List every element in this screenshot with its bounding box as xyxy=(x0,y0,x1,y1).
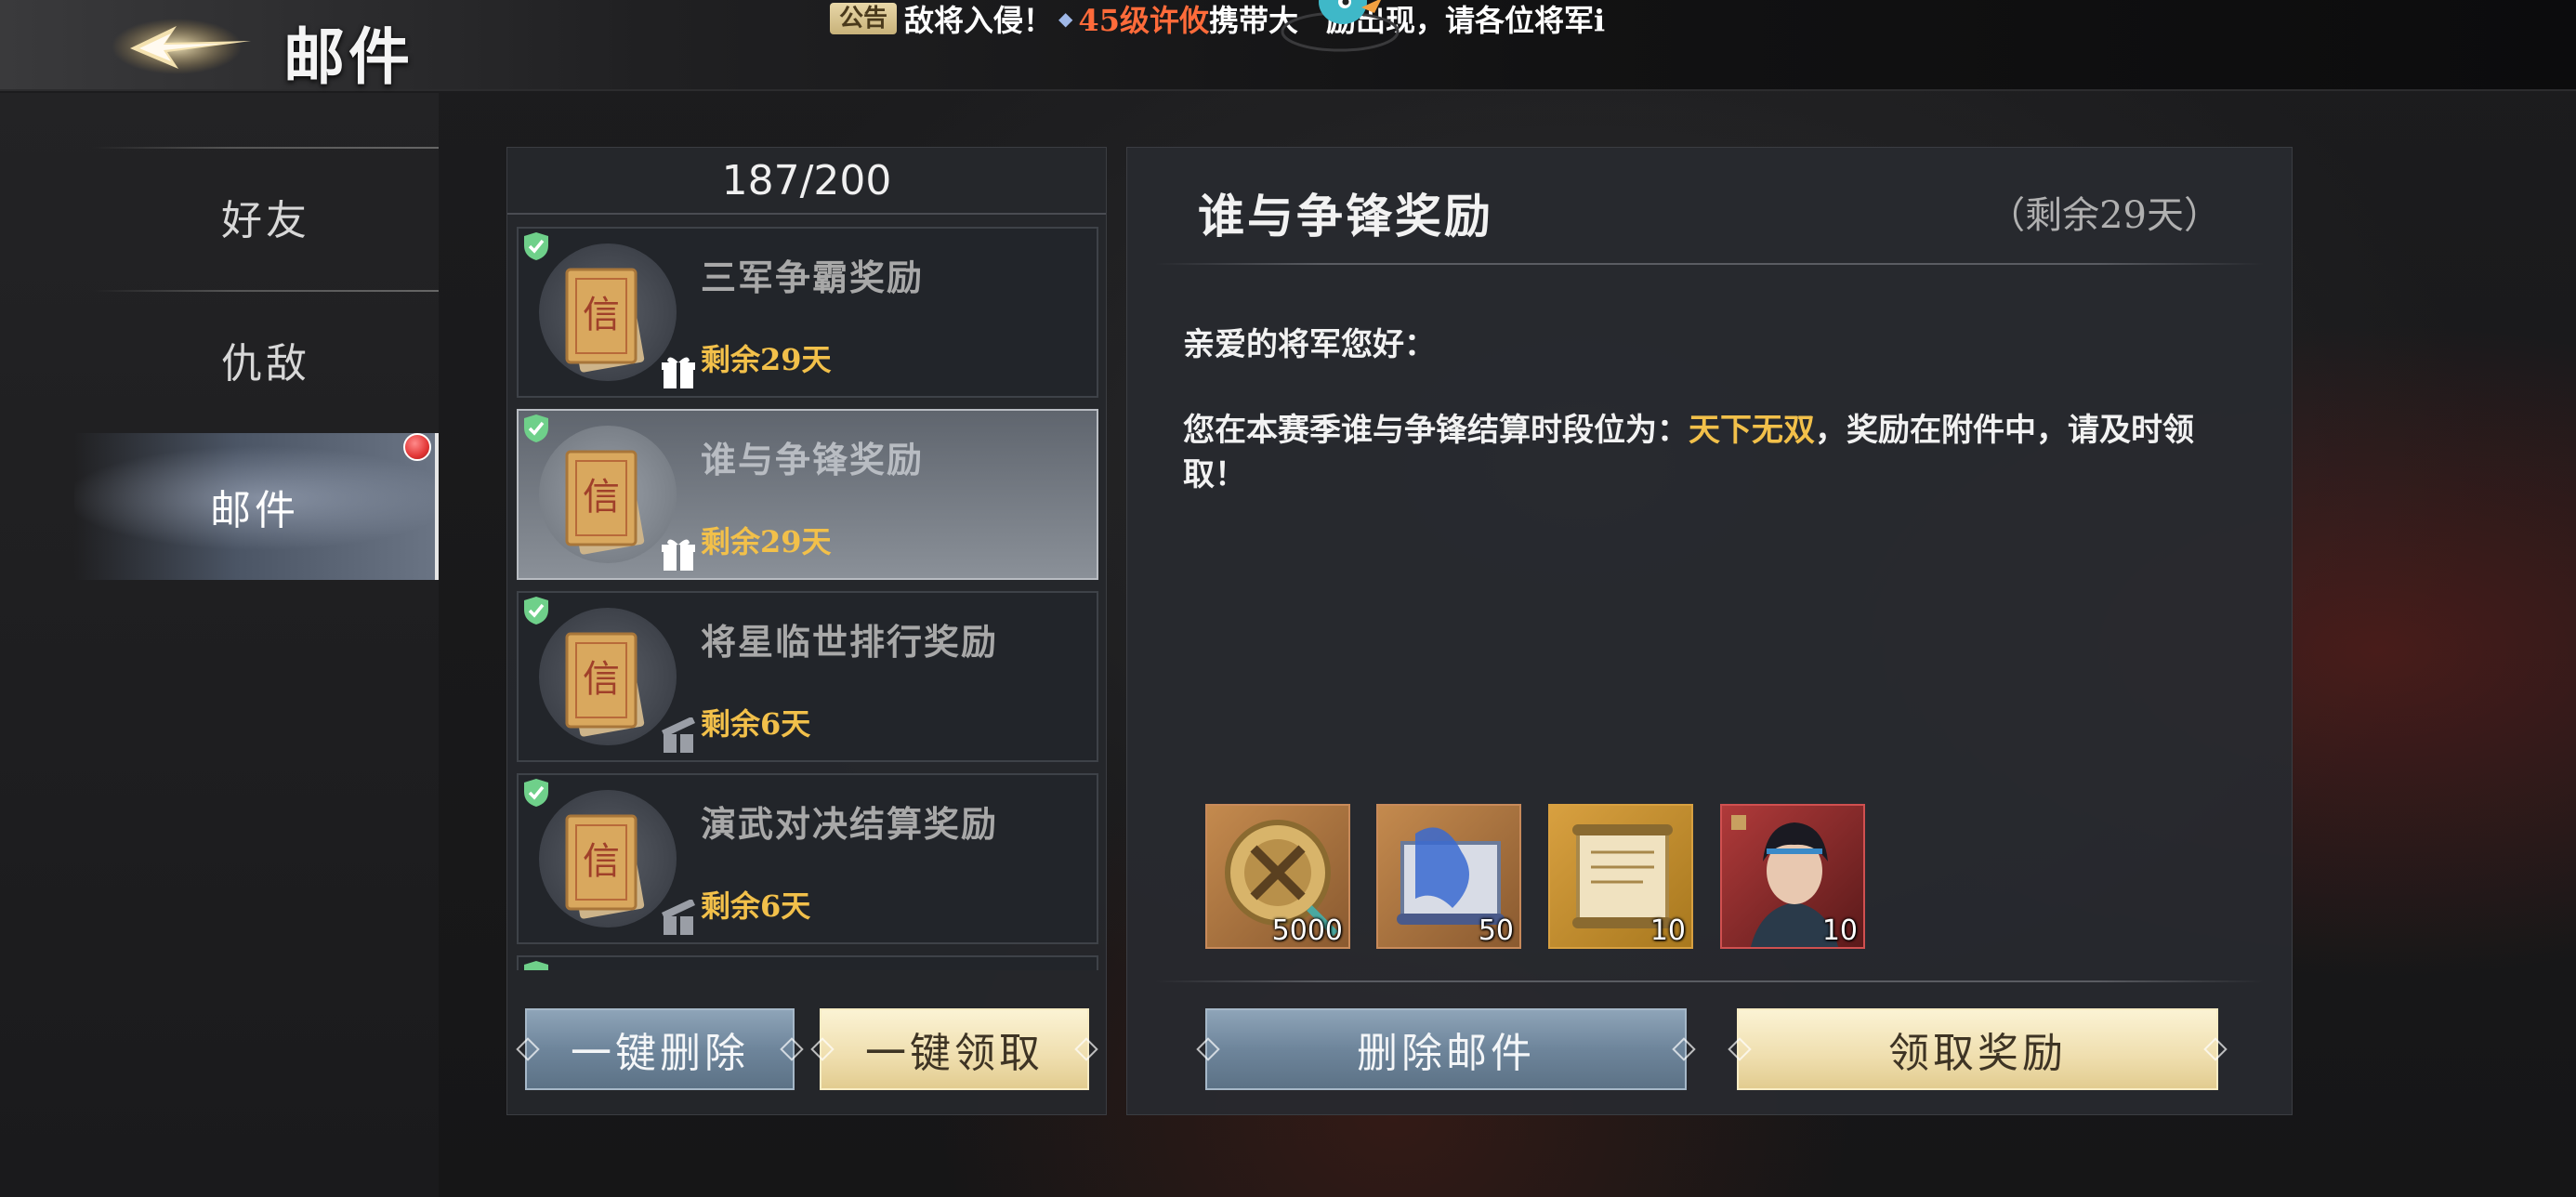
ornament-icon xyxy=(516,1037,540,1061)
mail-content: 您在本赛季谁与争锋结算时段位为：天下无双，奖励在附件中，请及时领取！ xyxy=(1183,408,2224,497)
mail-icon-bg: 信 xyxy=(539,426,695,571)
svg-text:信: 信 xyxy=(583,476,620,519)
announcement-tag: 公告 xyxy=(830,3,898,34)
check-shield-icon xyxy=(524,414,548,442)
gift-icon xyxy=(662,357,695,388)
ornament-icon xyxy=(1074,1037,1098,1061)
attachment-item[interactable]: 10 xyxy=(1720,804,1865,949)
mail-icon-bg: 信 xyxy=(539,608,696,753)
mail-days-left: 剩余6天 xyxy=(701,888,811,924)
mail-item[interactable]: 信 谁与争锋奖励 剩余29天 xyxy=(517,409,1098,580)
gift-icon xyxy=(662,539,695,571)
mail-list-panel: 187/200 信 三军争霸奖励 剩余29天 信 谁与争锋奖励 剩余29天 信 … xyxy=(506,147,1107,1115)
rank-highlight: 天下无双 xyxy=(1689,412,1815,449)
mail-title: 演武对决结算奖励 xyxy=(701,803,999,845)
mail-detail-title: 谁与争锋奖励 xyxy=(1198,189,1493,243)
page-title: 邮件 xyxy=(283,20,414,93)
ornament-icon xyxy=(1672,1037,1696,1061)
attachment-count: 50 xyxy=(1478,914,1514,947)
letter-icon: 信 xyxy=(565,632,645,737)
delete-mail-button[interactable]: 删除邮件 xyxy=(1196,1008,1696,1090)
gift-opened-icon xyxy=(661,717,696,753)
button-label: 删除邮件 xyxy=(1357,1030,1535,1077)
gift-opened-icon xyxy=(661,900,696,935)
button-label: 一键领取 xyxy=(865,1030,1044,1077)
check-shield-icon xyxy=(524,597,548,625)
mail-body: 亲爱的将军您好： 您在本赛季谁与争锋结算时段位为：天下无双，奖励在附件中，请及时… xyxy=(1183,322,2224,497)
check-shield-icon xyxy=(524,779,548,807)
claim-all-button[interactable]: 一键领取 xyxy=(810,1008,1098,1090)
back-button[interactable] xyxy=(112,13,260,80)
delete-all-button[interactable]: 一键删除 xyxy=(516,1008,804,1090)
svg-text:信: 信 xyxy=(583,294,620,336)
check-shield-icon xyxy=(524,961,548,970)
mail-count: 187/200 xyxy=(507,148,1106,215)
mail-days-left: 剩余29天 xyxy=(701,524,832,559)
gem-icon: ◆ xyxy=(1058,7,1073,30)
attachment-count: 10 xyxy=(1649,914,1686,947)
mail-item[interactable]: 信 将星临世排行奖励 剩余6天 xyxy=(517,591,1098,762)
sidebar-item-label: 好友 xyxy=(221,197,310,244)
attachment-count: 10 xyxy=(1821,914,1858,947)
ornament-icon xyxy=(2203,1037,2228,1061)
mail-greeting: 亲爱的将军您好： xyxy=(1183,326,1436,363)
top-bar: 邮件 公告 敌将入侵！ ◆ 45级许攸 携带大 励出现，请各位将军i xyxy=(0,0,2576,93)
divider xyxy=(93,147,439,149)
sidebar-item-friends[interactable]: 好友 xyxy=(93,147,439,286)
ornament-icon xyxy=(1728,1037,1752,1061)
ornament-icon xyxy=(780,1037,804,1061)
check-shield-icon xyxy=(524,232,548,260)
announcement-highlight: 45级许攸 xyxy=(1078,3,1209,37)
divider xyxy=(1155,263,2264,265)
mail-item[interactable] xyxy=(517,955,1098,970)
mail-item[interactable]: 信 三军争霸奖励 剩余29天 xyxy=(517,227,1098,398)
button-label: 领取奖励 xyxy=(1888,1030,2067,1077)
attachment-count: 5000 xyxy=(1271,914,1343,947)
letter-icon: 信 xyxy=(565,268,645,373)
ornament-icon xyxy=(1196,1037,1220,1061)
mail-icon-bg: 信 xyxy=(539,243,695,388)
announcement-ticker: 公告 敌将入侵！ ◆ 45级许攸 携带大 励出现，请各位将军i xyxy=(830,0,1666,37)
mail-content-text: 您在本赛季谁与争锋结算时段位为： xyxy=(1183,412,1689,449)
sidebar-item-mail[interactable]: 邮件 xyxy=(74,433,439,580)
mail-title: 谁与争锋奖励 xyxy=(701,439,925,480)
announcement-text: 敌将入侵！ xyxy=(904,3,1054,37)
ornament-icon xyxy=(810,1037,835,1061)
mail-days-left: 剩余6天 xyxy=(701,706,811,742)
divider xyxy=(93,290,439,292)
mail-detail-remaining: （剩余29天） xyxy=(1988,194,2221,237)
svg-text:信: 信 xyxy=(583,840,620,883)
mail-list[interactable]: 信 三军争霸奖励 剩余29天 信 谁与争锋奖励 剩余29天 信 将星临世排行奖励… xyxy=(517,227,1098,970)
sidebar-item-enemies[interactable]: 仇敌 xyxy=(93,290,439,429)
divider xyxy=(1155,980,2264,982)
attachment-item[interactable]: 50 xyxy=(1376,804,1521,949)
mail-detail-panel: 谁与争锋奖励 （剩余29天） 亲爱的将军您好： 您在本赛季谁与争锋结算时段位为：… xyxy=(1126,147,2293,1115)
claim-reward-button[interactable]: 领取奖励 xyxy=(1728,1008,2228,1090)
attachment-item[interactable]: 10 xyxy=(1548,804,1693,949)
notification-dot xyxy=(403,433,431,461)
letter-icon: 信 xyxy=(565,450,645,555)
button-label: 一键删除 xyxy=(571,1030,749,1077)
mail-days-left: 剩余29天 xyxy=(701,342,832,377)
back-arrow-icon xyxy=(112,19,251,74)
mascot-icon xyxy=(1278,0,1403,56)
mail-item[interactable]: 信 演武对决结算奖励 剩余6天 xyxy=(517,773,1098,944)
sidebar-item-label: 仇敌 xyxy=(221,340,310,388)
svg-text:信: 信 xyxy=(583,658,620,701)
mail-title: 三军争霸奖励 xyxy=(701,256,925,298)
mail-icon-bg: 信 xyxy=(539,790,696,935)
attachment-item[interactable]: 5000 xyxy=(1205,804,1350,949)
letter-icon: 信 xyxy=(565,814,645,919)
mail-title: 将星临世排行奖励 xyxy=(701,621,999,663)
sidebar-item-label: 邮件 xyxy=(210,487,299,534)
sidebar: 好友 仇敌 邮件 xyxy=(0,93,439,1197)
